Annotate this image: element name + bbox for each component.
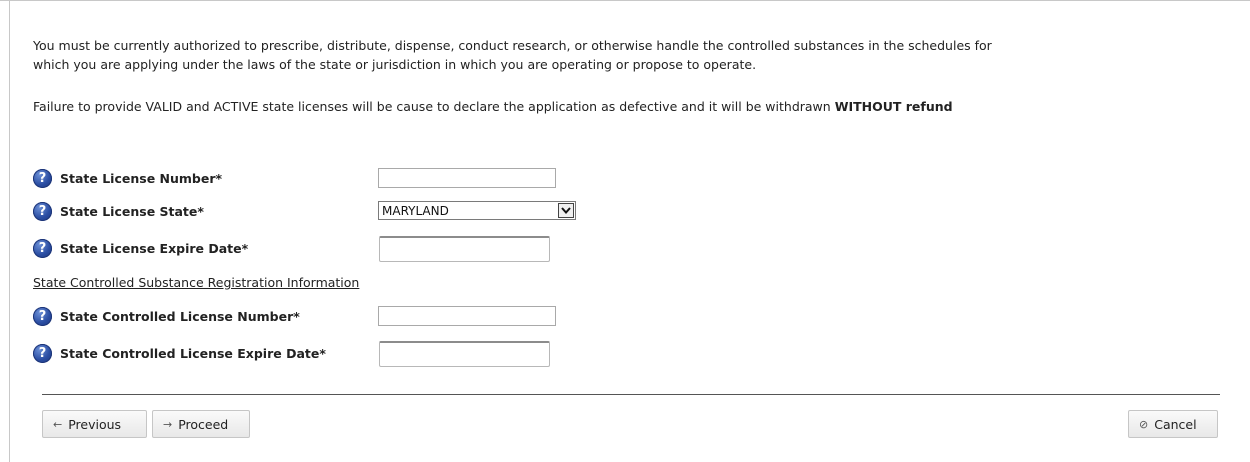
cancel-icon: ⊘ [1139, 417, 1149, 431]
frame-top-border [0, 0, 1250, 1]
state-license-expire-row: ? State License Expire Date* [33, 236, 248, 260]
state-license-state-select[interactable]: MARYLAND [378, 201, 576, 220]
controlled-license-expire-label: State Controlled License Expire Date* [60, 345, 326, 361]
failure-warning-text: Failure to provide VALID and ACTIVE stat… [33, 99, 835, 114]
state-license-expire-label: State License Expire Date* [60, 240, 249, 256]
proceed-button-label: Proceed [178, 416, 229, 432]
help-icon[interactable]: ? [33, 306, 52, 326]
state-license-number-input[interactable] [378, 168, 556, 188]
help-icon[interactable]: ? [33, 343, 52, 363]
state-license-number-label: State License Number* [60, 170, 223, 186]
help-icon[interactable]: ? [33, 238, 52, 258]
state-license-number-row: ? State License Number* [33, 166, 222, 190]
arrow-right-icon: → [163, 417, 173, 431]
controlled-license-number-input[interactable] [378, 306, 556, 326]
frame-left-border [9, 0, 10, 462]
previous-button[interactable]: ← Previous [42, 410, 147, 438]
arrow-left-icon: ← [53, 417, 63, 431]
state-license-state-row: ? State License State* [33, 199, 204, 223]
license-form-page: You must be currently authorized to pres… [0, 0, 1250, 462]
chevron-down-icon[interactable] [558, 203, 574, 218]
state-license-expire-date-input[interactable] [379, 236, 550, 262]
help-icon[interactable]: ? [33, 168, 52, 188]
state-license-state-value: MARYLAND [382, 203, 449, 218]
proceed-button[interactable]: → Proceed [152, 410, 250, 438]
cancel-button-label: Cancel [1154, 416, 1197, 432]
failure-warning-emphasis: WITHOUT refund [834, 99, 953, 114]
controlled-license-expire-date-input[interactable] [379, 341, 550, 367]
authorization-notice: You must be currently authorized to pres… [33, 38, 992, 72]
footer-divider [42, 394, 1220, 395]
cancel-button[interactable]: ⊘ Cancel [1128, 410, 1218, 438]
help-icon[interactable]: ? [33, 201, 52, 221]
previous-button-label: Previous [68, 416, 122, 432]
controlled-license-number-row: ? State Controlled License Number* [33, 304, 300, 328]
controlled-license-expire-row: ? State Controlled License Expire Date* [33, 341, 326, 365]
controlled-license-number-label: State Controlled License Number* [60, 308, 300, 324]
failure-warning: Failure to provide VALID and ACTIVE stat… [33, 97, 1013, 116]
state-controlled-substance-section-link[interactable]: State Controlled Substance Registration … [33, 275, 359, 290]
state-license-state-label: State License State* [60, 203, 204, 219]
